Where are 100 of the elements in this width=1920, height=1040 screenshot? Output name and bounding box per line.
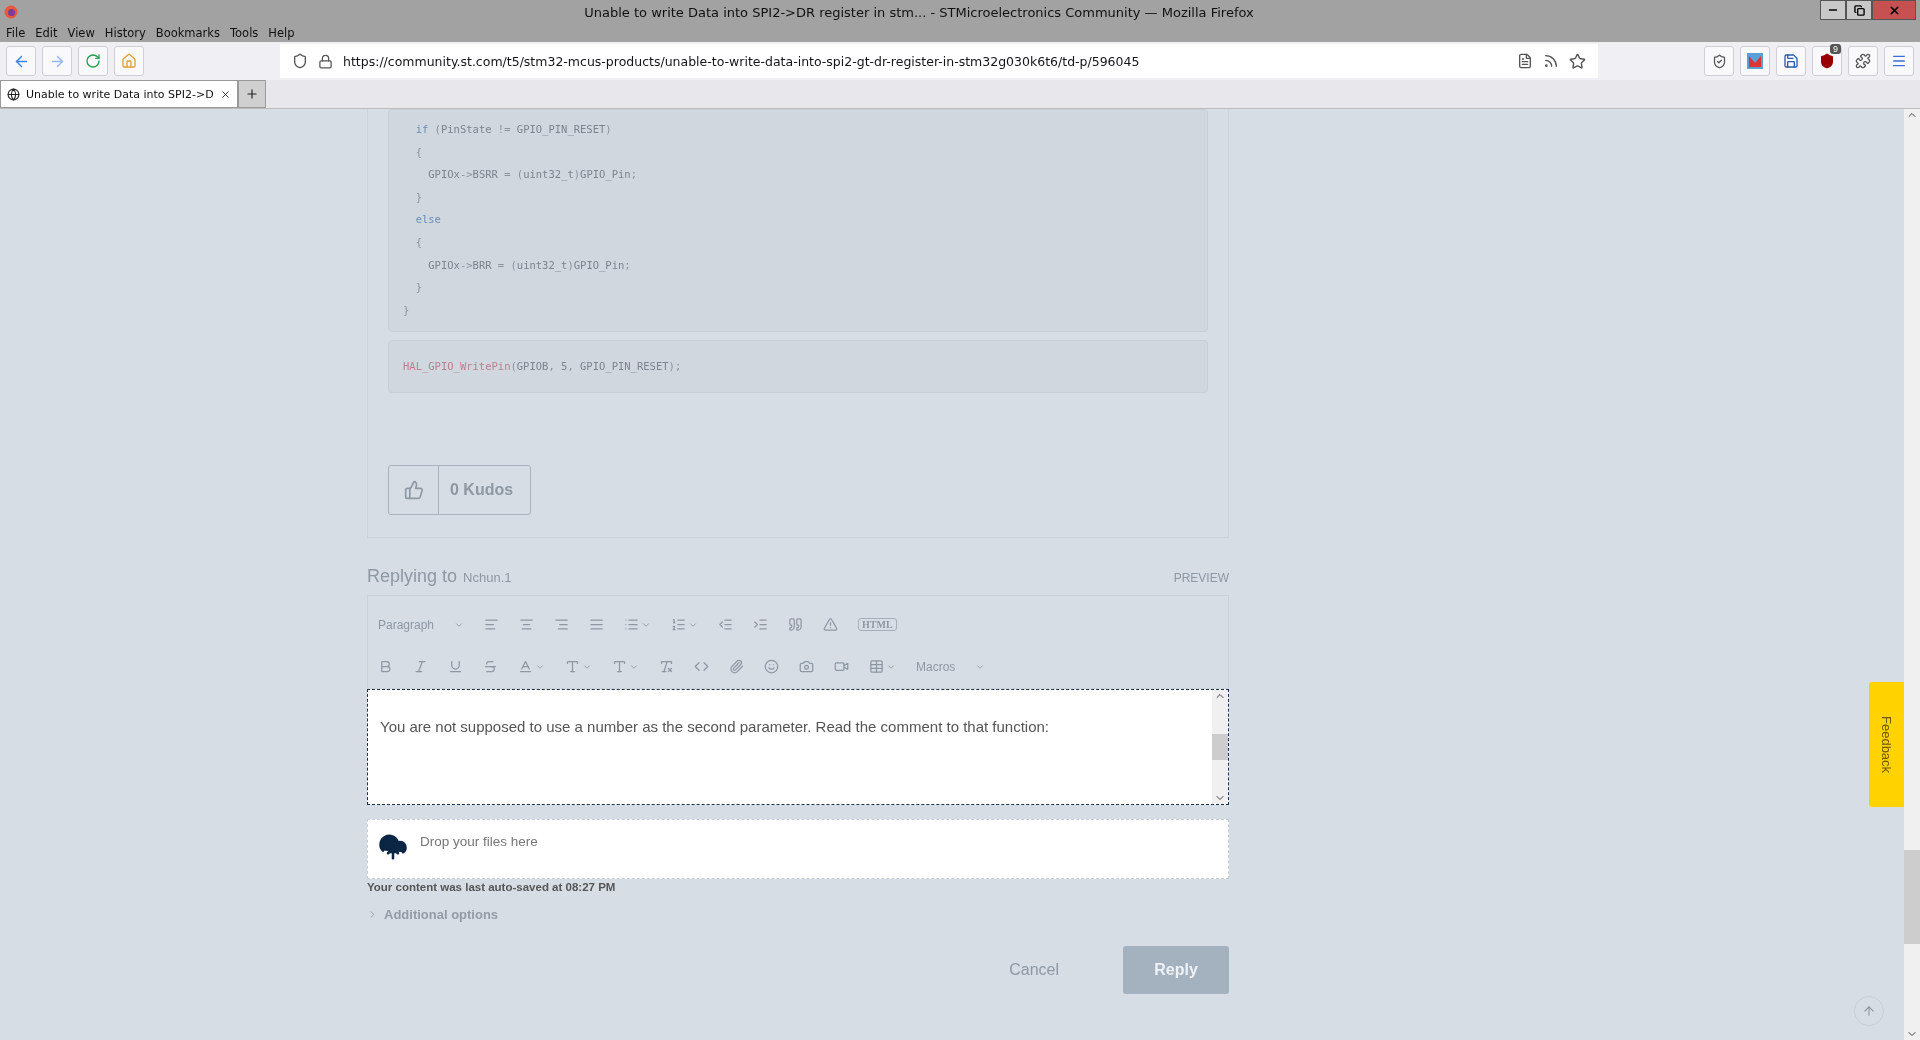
close-icon	[219, 88, 231, 100]
new-tab-button[interactable]	[237, 80, 266, 108]
code-line: GPIOx->BSRR = (uint32_t)GPIO_Pin;	[427, 167, 638, 183]
quote-button[interactable]	[788, 617, 804, 633]
reply-user-name: Nchun.1	[463, 569, 513, 585]
file-drop-zone[interactable]: Drop your files here	[367, 818, 1229, 879]
emoji-button[interactable]	[764, 659, 779, 675]
menu-item[interactable]: Tools	[230, 26, 259, 40]
code-line: else	[414, 212, 442, 228]
justify-button[interactable]	[589, 617, 605, 633]
url-text: https://community.st.com/t5/stm32-mcus-products/unable-to-write-data-into-spi2-gt-dr-register-in-stm32g030k6t6/td-p/596045	[343, 53, 1141, 69]
align-center-button[interactable]	[519, 617, 535, 633]
numbered-list-button[interactable]	[671, 617, 699, 633]
italic-icon	[413, 659, 428, 675]
menu-item[interactable]: History	[104, 26, 146, 40]
font-size-button[interactable]	[565, 659, 592, 675]
menu-item[interactable]: Edit	[35, 26, 58, 40]
drop-zone-text: Drop your files here	[420, 833, 538, 849]
bookmark-star-icon	[1569, 52, 1586, 70]
code-line: HAL_GPIO_WritePin(GPIOB, 5, GPIO_PIN_RESET);	[403, 359, 683, 375]
outdent-button[interactable]	[718, 617, 734, 633]
scrollbar-thumb[interactable]	[1212, 733, 1228, 760]
bullet-list-icon	[624, 617, 640, 633]
reload-button[interactable]	[78, 46, 108, 76]
bullet-list-button[interactable]	[624, 617, 652, 633]
indent-icon	[753, 617, 769, 633]
strikethrough-button[interactable]	[483, 659, 498, 675]
code-line: }	[403, 302, 411, 318]
restore-button[interactable]	[1846, 0, 1872, 20]
menu-item[interactable]: File	[6, 26, 26, 40]
extensions-button[interactable]	[1848, 46, 1878, 76]
strikethrough-icon	[483, 659, 498, 675]
home-icon	[121, 53, 137, 69]
forward-button[interactable]	[42, 46, 72, 76]
plus-icon	[244, 87, 259, 101]
minimize-button[interactable]	[1820, 0, 1846, 20]
code-line: }	[414, 280, 423, 296]
table-button[interactable]	[869, 659, 896, 675]
menu-item[interactable]: Help	[268, 26, 295, 40]
thumbs-up-icon	[403, 479, 424, 500]
font-size-icon	[565, 659, 580, 675]
menu-button[interactable]	[1884, 46, 1914, 76]
align-left-button[interactable]	[484, 617, 500, 633]
link-button[interactable]	[729, 659, 744, 675]
lock-icon	[318, 53, 333, 69]
cloud-upload-icon	[378, 831, 408, 862]
menu-item[interactable]: Bookmarks	[155, 26, 220, 40]
code-line: {	[414, 144, 423, 160]
code-line: if (PinState != GPIO_PIN_RESET)	[414, 122, 613, 138]
close-icon	[1887, 3, 1901, 17]
page-scrollbar[interactable]	[1904, 109, 1920, 1040]
indent-button[interactable]	[753, 617, 769, 633]
underline-icon	[448, 659, 463, 675]
reload-icon	[85, 53, 101, 69]
warning-icon	[823, 617, 839, 633]
clear-format-icon	[659, 659, 674, 675]
autosave-note: Your content was last auto-saved at 08:27 PM	[367, 880, 617, 893]
browser-tab[interactable]: Unable to write Data into SPI2->D	[0, 80, 238, 108]
clear-format-button[interactable]	[659, 659, 674, 675]
align-right-button[interactable]	[554, 617, 570, 633]
font-icon	[612, 659, 627, 675]
kudos-count: 0 Kudos	[449, 479, 514, 500]
text-color-button[interactable]	[518, 659, 545, 675]
rss-icon	[1543, 53, 1559, 69]
emoji-icon	[764, 659, 779, 675]
font-button[interactable]	[612, 659, 639, 675]
justify-icon	[589, 617, 605, 633]
camera-button[interactable]	[799, 659, 814, 675]
bold-button[interactable]	[378, 659, 393, 675]
back-button[interactable]	[6, 46, 36, 76]
pocket-button[interactable]	[1704, 46, 1734, 76]
arrow-up-icon	[1862, 1004, 1876, 1018]
text-color-icon	[518, 659, 533, 675]
extension-button[interactable]	[1740, 46, 1770, 76]
menu-item[interactable]: View	[67, 26, 95, 40]
link-icon	[729, 659, 744, 675]
firefox-logo-icon	[4, 5, 18, 19]
italic-button[interactable]	[413, 659, 428, 675]
address-bar[interactable]: https://community.st.com/t5/stm32-mcus-products/unable-to-write-data-into-spi2-gt-dr-register-in-stm32g030k6t6/td-p/596045	[280, 44, 1598, 78]
feedback-tab[interactable]: Feedback	[1869, 682, 1904, 807]
restore-icon	[1853, 4, 1865, 16]
globe-icon	[7, 87, 20, 101]
camera-icon	[799, 659, 814, 675]
editor-scrollbar[interactable]	[1212, 689, 1228, 804]
menu-icon	[1891, 53, 1907, 69]
scrollbar-thumb[interactable]	[1904, 850, 1920, 944]
blocker-button[interactable]: 9	[1812, 46, 1842, 76]
align-right-icon	[554, 617, 570, 633]
save-button[interactable]	[1776, 46, 1806, 76]
warning-button[interactable]	[823, 617, 839, 633]
shield-icon	[292, 53, 308, 69]
underline-button[interactable]	[448, 659, 463, 675]
reply-heading: Replying to	[367, 565, 458, 587]
puzzle-icon	[1855, 53, 1871, 69]
count-badge: 9	[1830, 44, 1841, 54]
reply-editor[interactable]: You are not supposed to use a number as the second parameter. Read the comment to that function:	[367, 688, 1229, 805]
shield-check-icon	[1711, 53, 1727, 69]
code-line: }	[414, 189, 423, 205]
home-button[interactable]	[114, 46, 144, 76]
window-title: Unable to write Data into SPI2->DR register in stm... - STMicroelectronics Community — Mozilla Firefox	[583, 4, 1255, 20]
